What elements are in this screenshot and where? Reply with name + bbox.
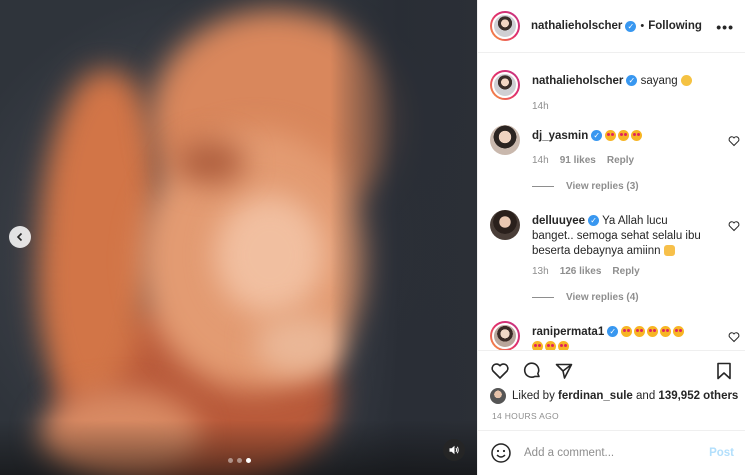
comment-meta: 13h 126 likes Reply	[532, 266, 640, 277]
header-user: nathalieholscher ✓ • Following	[531, 20, 702, 32]
smiling-face-with-heart-eyes-icon	[631, 130, 643, 142]
comment-username[interactable]: dj_yasmin	[532, 130, 588, 142]
folded-hands-emoji-icon	[663, 245, 675, 257]
liked-by-text: Liked by ferdinan_sule and 139,952 other…	[512, 390, 738, 402]
post-timestamp[interactable]: 14 HOURS AGO	[492, 411, 559, 421]
caption-time: 14h	[532, 101, 549, 112]
caption-body: nathalieholscher ✓ sayang	[532, 74, 712, 89]
comment-username[interactable]: delluuyee	[532, 215, 585, 227]
smiling-face-with-heart-eyes-icon	[532, 341, 543, 350]
comment-body: dj_yasmin ✓	[532, 129, 712, 144]
media-shadow	[330, 0, 477, 475]
liked-by-user[interactable]: ferdinan_sule	[558, 390, 633, 402]
smiling-face-with-heart-eyes-icon	[618, 130, 630, 142]
liker-avatar[interactable]	[490, 388, 506, 404]
smiling-face-with-heart-eyes-icon	[634, 326, 646, 338]
comment-body: ranipermata1 ✓	[532, 325, 702, 350]
comment-input[interactable]	[524, 447, 710, 459]
carousel-dot-active	[246, 458, 251, 463]
share-paper-plane-icon[interactable]	[554, 361, 574, 381]
verified-badge-icon: ✓	[591, 130, 603, 142]
verified-badge-icon: ✓	[607, 326, 619, 338]
comment-time: 14h	[532, 155, 549, 166]
smiling-face-with-heart-eyes-icon	[605, 130, 617, 142]
like-comment-heart-icon[interactable]	[728, 220, 740, 232]
action-bar	[478, 350, 745, 390]
chevron-left-icon	[16, 232, 23, 242]
comment-likes[interactable]: 126 likes	[560, 266, 602, 277]
smiling-face-with-heart-eyes-icon	[558, 341, 569, 350]
like-heart-icon[interactable]	[490, 361, 510, 381]
save-bookmark-icon[interactable]	[714, 361, 734, 381]
avatar[interactable]	[490, 11, 520, 41]
verified-badge-icon: ✓	[588, 215, 600, 227]
liked-by-and: and	[636, 390, 656, 402]
avatar[interactable]	[490, 321, 520, 350]
avatar[interactable]	[490, 125, 520, 155]
verified-badge-icon: ✓	[625, 20, 637, 32]
carousel-dot	[237, 458, 242, 463]
emoji-picker-icon[interactable]	[490, 442, 512, 464]
comment-bubble-icon[interactable]	[522, 361, 542, 381]
view-replies-label: View replies (4)	[566, 292, 639, 303]
comment-likes[interactable]: 91 likes	[560, 155, 596, 166]
comment-meta: 14h 91 likes Reply	[532, 155, 634, 166]
divider	[532, 297, 554, 298]
carousel-previous-button[interactable]	[9, 226, 31, 248]
like-comment-heart-icon[interactable]	[728, 135, 740, 147]
post-side-panel: nathalieholscher ✓ • Following ••• natha…	[477, 0, 745, 475]
following-button[interactable]: Following	[648, 20, 702, 32]
caption-text: sayang	[640, 75, 678, 87]
ultrasound-image-region	[215, 195, 325, 315]
header-username[interactable]: nathalieholscher	[531, 20, 622, 32]
smiling-face-with-heart-eyes-icon	[545, 341, 556, 350]
caption-meta: 14h	[532, 101, 549, 112]
emoji-icon	[680, 75, 692, 87]
reply-button[interactable]: Reply	[612, 266, 639, 277]
view-replies-label: View replies (3)	[566, 181, 639, 192]
post-media[interactable]	[0, 0, 477, 475]
reply-button[interactable]: Reply	[607, 155, 634, 166]
divider	[532, 186, 554, 187]
more-options-icon[interactable]: •••	[716, 19, 734, 35]
view-replies-button[interactable]: View replies (3)	[532, 181, 639, 192]
audio-toggle-button[interactable]	[443, 439, 465, 461]
post-header: nathalieholscher ✓ • Following •••	[478, 0, 745, 53]
ultrasound-image-region	[175, 140, 245, 185]
avatar[interactable]	[490, 70, 520, 100]
smiling-face-with-heart-eyes-icon	[673, 326, 685, 338]
smiling-face-with-heart-eyes-icon	[660, 326, 672, 338]
avatar[interactable]	[490, 210, 520, 240]
comment-composer: Post	[478, 430, 745, 475]
post-comment-button[interactable]: Post	[709, 447, 734, 459]
carousel-indicator	[228, 458, 251, 463]
comment-username[interactable]: ranipermata1	[532, 326, 604, 338]
speaker-icon	[449, 445, 459, 455]
liked-by-prefix: Liked by	[512, 390, 555, 402]
view-replies-button[interactable]: View replies (4)	[532, 292, 639, 303]
verified-badge-icon: ✓	[626, 75, 638, 87]
like-comment-heart-icon[interactable]	[728, 331, 740, 343]
carousel-dot	[228, 458, 233, 463]
comments-list[interactable]: nathalieholscher ✓ sayang 14h dj_yasmin ✓ …	[478, 54, 745, 350]
comment-time: 13h	[532, 266, 549, 277]
smiling-face-with-heart-eyes-icon	[621, 326, 633, 338]
caption-username[interactable]: nathalieholscher	[532, 75, 623, 87]
liked-by: Liked by ferdinan_sule and 139,952 other…	[490, 388, 738, 404]
comment-body: delluuyee ✓ Ya Allah lucu banget.. semoga…	[532, 214, 712, 259]
header-separator: •	[640, 20, 645, 32]
media-shadow	[0, 420, 477, 475]
liked-by-others[interactable]: 139,952 others	[658, 390, 738, 402]
smiling-face-with-heart-eyes-icon	[647, 326, 659, 338]
